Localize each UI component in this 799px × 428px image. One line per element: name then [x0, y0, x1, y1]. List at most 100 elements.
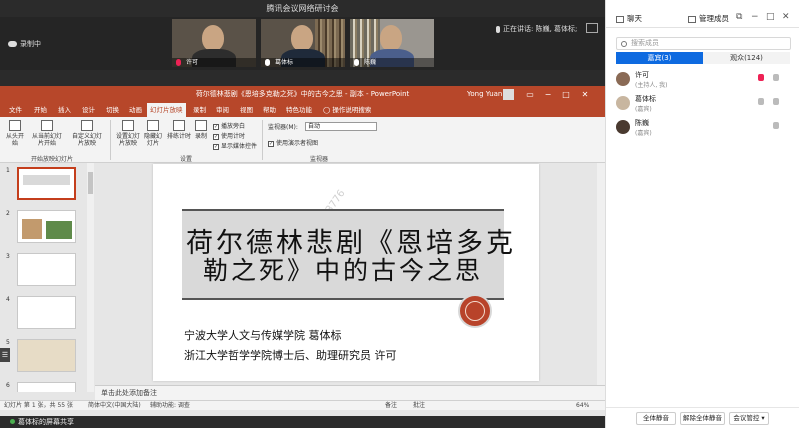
- tab-features[interactable]: 特色功能: [283, 103, 315, 117]
- play-narration-checkbox[interactable]: ✓ 播放旁白: [213, 121, 245, 130]
- thumb-image: [22, 219, 42, 239]
- segment-audience[interactable]: 观众(124): [703, 52, 790, 64]
- custom-show-button[interactable]: 自定义幻灯片放映: [70, 120, 104, 147]
- video-tile-getibiao[interactable]: 葛体标: [261, 19, 345, 67]
- video-name: 葛体标: [275, 59, 294, 66]
- menu-icon[interactable]: ☰: [0, 348, 10, 362]
- recording-indicator[interactable]: 录制中: [8, 39, 41, 49]
- tab-home[interactable]: 开始: [31, 103, 50, 117]
- group-label-monitors: 监视器: [310, 156, 329, 163]
- scrollbar-thumb[interactable]: [88, 172, 93, 194]
- accessibility-indicator[interactable]: 辅助功能: 调查: [150, 401, 190, 411]
- from-start-button[interactable]: 从头开始: [4, 120, 26, 147]
- custom-show-icon: [81, 120, 93, 131]
- participant-face: [380, 25, 402, 51]
- record-button[interactable]: 录制: [192, 120, 210, 140]
- tab-chat[interactable]: 聊天: [616, 13, 642, 24]
- minimize-icon[interactable]: −: [751, 12, 759, 22]
- camera-icon[interactable]: [758, 98, 764, 105]
- layout-toggle-button[interactable]: [586, 23, 598, 33]
- tab-help[interactable]: 帮助: [260, 103, 279, 117]
- maximize-icon[interactable]: □: [766, 12, 775, 22]
- member-name: 陈巍: [635, 119, 649, 127]
- meeting-control-button[interactable]: 会议管控 ▾: [729, 412, 769, 425]
- tab-tell-me[interactable]: ◯ 操作说明搜索: [320, 103, 374, 117]
- participant-face: [202, 25, 224, 51]
- seal-ring: [465, 301, 485, 321]
- avatar: [616, 96, 630, 110]
- monitor-label: 监视器(M):: [268, 124, 298, 131]
- side-panel: 聊天 管理成员 ⧉ − □ ✕ 搜索成员 嘉宾(3) 观众(124) 许可 (主…: [605, 0, 799, 428]
- member-row[interactable]: 许可 (主持人, 我): [606, 70, 799, 92]
- chevron-down-icon: ▾: [761, 414, 765, 422]
- current-slide[interactable]: 0663776 荷尔德林悲剧《恩培多克 勒之死》中的古今之思 宁波大学人文与传媒…: [153, 164, 539, 381]
- ribbon-display-icon[interactable]: ▭: [523, 86, 537, 103]
- member-search-input[interactable]: 搜索成员: [616, 37, 791, 50]
- chat-icon: [616, 15, 624, 23]
- language-indicator[interactable]: 简体中文(中国大陆): [88, 401, 141, 411]
- unmute-all-button[interactable]: 解除全体静音: [680, 412, 725, 425]
- member-row[interactable]: 葛体标 (嘉宾): [606, 94, 799, 116]
- slide-thumbnail[interactable]: [17, 253, 76, 286]
- slide-number: 2: [6, 210, 10, 217]
- tab-design[interactable]: 设计: [79, 103, 98, 117]
- rehearse-button[interactable]: 排练计时: [167, 120, 191, 140]
- video-tile-xuke[interactable]: 许可: [172, 19, 256, 67]
- video-tile-chenwei[interactable]: 陈巍: [350, 19, 434, 67]
- panel-tabs: 聊天 管理成员 ⧉ − □ ✕: [606, 0, 799, 28]
- ppt-user-name[interactable]: Yong Yuan: [467, 86, 502, 103]
- popout-icon[interactable]: ⧉: [736, 12, 742, 22]
- tab-record[interactable]: 录制: [190, 103, 209, 117]
- tab-animations[interactable]: 动画: [126, 103, 145, 117]
- camera-off-icon[interactable]: [758, 74, 764, 81]
- setup-show-button[interactable]: 设置幻灯片放映: [115, 120, 141, 147]
- slide-thumbnail[interactable]: [17, 339, 76, 372]
- check-icon: ✓: [213, 133, 219, 140]
- tab-view[interactable]: 视图: [237, 103, 256, 117]
- tab-insert[interactable]: 插入: [55, 103, 74, 117]
- hide-icon: [147, 120, 159, 131]
- zoom-level[interactable]: 64%: [576, 401, 589, 411]
- slide-thumbnail[interactable]: [17, 167, 76, 200]
- notes-pane[interactable]: 单击此处添加备注: [95, 385, 605, 400]
- tab-members[interactable]: 管理成员: [688, 13, 729, 24]
- close-icon[interactable]: ✕: [782, 12, 790, 22]
- slide-author-line2: 浙江大学哲学学院博士后、助理研究员 许可: [184, 349, 397, 362]
- check-icon: ✓: [213, 123, 219, 130]
- thumb-image: [46, 221, 72, 239]
- monitor-select[interactable]: 自动: [305, 122, 377, 131]
- tab-transitions[interactable]: 切换: [103, 103, 122, 117]
- show-media-checkbox[interactable]: ✓ 显示媒体控件: [213, 141, 257, 150]
- comments-toggle[interactable]: 批注: [413, 401, 425, 411]
- mic-icon[interactable]: [773, 122, 779, 129]
- maximize-icon[interactable]: □: [559, 86, 573, 103]
- presenter-view-checkbox[interactable]: ✓ 使用演示者视图: [268, 138, 318, 147]
- notes-toggle[interactable]: 备注: [385, 401, 397, 411]
- mic-icon[interactable]: [773, 98, 779, 105]
- panel-footer: 全体静音 解除全体静音 会议管控 ▾: [606, 407, 799, 428]
- tab-slideshow[interactable]: 幻灯片放映: [147, 103, 186, 117]
- minimize-icon[interactable]: −: [541, 86, 555, 103]
- close-icon[interactable]: ✕: [578, 86, 592, 103]
- thumbnail-scrollbar[interactable]: [87, 163, 94, 392]
- slide-thumbnail[interactable]: [17, 210, 76, 243]
- member-row[interactable]: 陈巍 (嘉宾): [606, 118, 799, 140]
- avatar: [616, 72, 630, 86]
- slide-counter: 幻灯片 第 1 张，共 55 张: [4, 402, 73, 409]
- editor-scrollbar[interactable]: [597, 163, 605, 392]
- mute-all-button[interactable]: 全体静音: [636, 412, 676, 425]
- group-label-setup: 设置: [180, 156, 193, 163]
- group-label-start: 开始放映幻灯片: [31, 156, 74, 163]
- segment-guests[interactable]: 嘉宾(3): [616, 52, 703, 64]
- mic-icon[interactable]: [773, 74, 779, 81]
- tab-file[interactable]: 文件: [6, 103, 25, 117]
- screen: 腾讯会议网络研讨会 录制中 许可 葛体标 陈巍 正在讲话: 陈巍, 葛体标; 荷…: [0, 0, 799, 428]
- from-current-button[interactable]: 从当前幻灯片开始: [30, 120, 64, 147]
- hide-slide-button[interactable]: 隐藏幻灯片: [142, 120, 164, 147]
- use-timings-checkbox[interactable]: ✓ 使用计时: [213, 131, 245, 140]
- tab-review[interactable]: 审阅: [213, 103, 232, 117]
- slide-thumbnail[interactable]: [17, 382, 76, 392]
- slide-thumbnail[interactable]: [17, 296, 76, 329]
- avatar[interactable]: [503, 89, 514, 100]
- slide-number: 3: [6, 253, 10, 260]
